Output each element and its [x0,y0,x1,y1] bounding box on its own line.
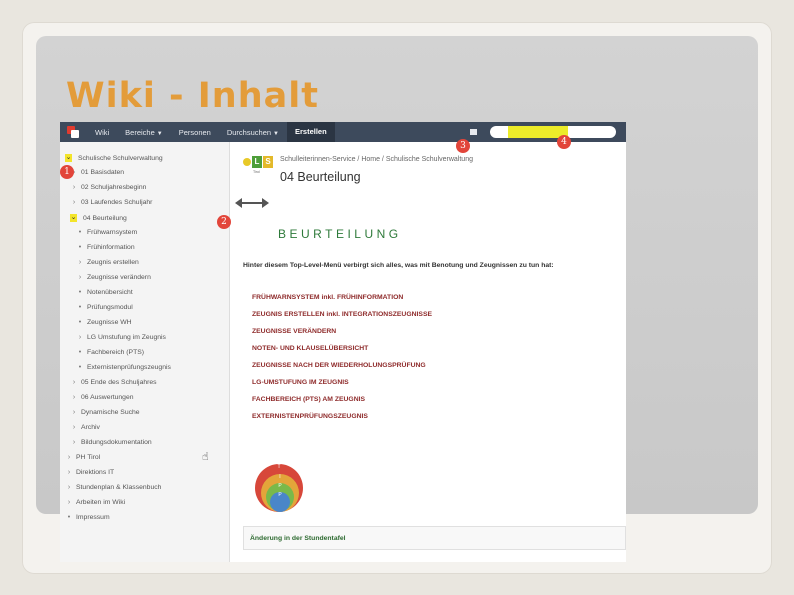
bullet-icon: • [78,364,82,371]
sidebar-item-auswertungen[interactable]: › 06 Auswertungen [70,394,134,401]
link-zeugnisse-veraendern[interactable]: ZEUGNISSE VERÄNDERN [252,328,336,335]
top-navigation: Wiki Bereiche ▼ Personen Durchsuchen ▼ Ers… [60,122,626,142]
logo-letter: S [263,156,273,168]
sidebar-item-fachbereich-pts[interactable]: • Fachbereich (PTS) [76,349,144,356]
section-heading: BEURTEILUNG [278,227,402,241]
chevron-down-icon: ▼ [156,130,163,137]
apps-icon[interactable] [470,129,477,135]
main-content: L S Tirol Schulleiterinnen-Service / Hom… [231,142,626,562]
chevron-right-icon[interactable]: › [70,439,78,446]
callout-2-badge: 2 [217,215,231,229]
bullet-icon: • [67,514,71,521]
link-zeugnis-erstellen[interactable]: ZEUGNIS ERSTELLEN inkl. INTEGRATIONSZEUG… [252,311,432,318]
info-box: Änderung in der Stundentafel [243,526,626,550]
nav-erstellen-button[interactable]: Erstellen [287,122,335,142]
sidebar-item-schulverwaltung[interactable]: ⌄ Schulische Schulverwaltung [65,154,163,162]
chevron-down-icon[interactable]: ⌄ [65,154,72,162]
sidebar-item-bildungsdokumentation[interactable]: › Bildungsdokumentation [70,439,152,446]
breadcrumb[interactable]: Schulleiterinnen-Service / Home / Schuli… [280,156,473,163]
sidebar-item-schuljahresbeginn[interactable]: › 02 Schuljahresbeginn [70,184,147,191]
chevron-right-icon[interactable]: › [70,409,78,416]
page-title: 04 Beurteilung [280,170,361,184]
sidebar-item-arbeiten-im-wiki[interactable]: › Arbeiten im Wiki [65,499,125,506]
link-notenuebersicht[interactable]: NOTEN- UND KLAUSELÜBERSICHT [252,345,368,352]
slide-title: Wiki - Inhalt [66,76,319,116]
bullet-icon: • [78,229,82,236]
logo-letter: L [252,156,262,168]
sidebar-item-basisdaten[interactable]: › 01 Basisdaten [70,169,124,176]
sidebar-item-beurteilung[interactable]: ⌄ 04 Beurteilung [70,214,127,222]
callout-1-badge: 1 [60,165,74,179]
sidebar-item-zeugnisse-veraendern[interactable]: › Zeugnisse verändern [76,274,151,281]
chevron-down-icon[interactable]: ⌄ [70,214,77,222]
circle-inner: P [270,492,290,512]
sidebar-item-dynamische-suche[interactable]: › Dynamische Suche [70,409,140,416]
sidebar-item-archiv[interactable]: › Archiv [70,424,100,431]
resize-double-arrow-icon [235,198,269,208]
sidebar-item-externistenpruefung[interactable]: • Externistenprüfungszeugnis [76,364,171,371]
info-box-link[interactable]: Änderung in der Stundentafel [250,535,346,542]
sidebar-item-zeugnis-erstellen[interactable]: › Zeugnis erstellen [76,259,139,266]
sidebar-item-laufendes-schuljahr[interactable]: › 03 Laufendes Schuljahr [70,199,153,206]
chevron-right-icon[interactable]: › [70,424,78,431]
school-logo: L S Tirol [243,154,273,184]
callout-3-badge: 3 [456,139,470,153]
sidebar-tree: ⌄ Schulische Schulverwaltung › 01 Basisdat… [60,142,230,562]
bullet-icon: • [78,349,82,356]
chevron-right-icon[interactable]: › [70,394,78,401]
search-input[interactable] [490,126,616,138]
nav-bereiche[interactable]: Bereiche ▼ [117,128,171,137]
chevron-right-icon[interactable]: › [76,334,84,341]
link-wiederholungspruefung[interactable]: ZEUGNISSE NACH DER WIEDERHOLUNGSPRÜFUNG [252,362,426,369]
chevron-right-icon[interactable]: › [70,184,78,191]
sidebar-item-direktions-it[interactable]: › Direktions IT [65,469,114,476]
sidebar-item-fruehinformation[interactable]: • Frühinformation [76,244,135,251]
sidebar-item-lg-umstufung[interactable]: › LG Umstufung im Zeugnis [76,334,166,341]
nav-wiki[interactable]: Wiki [87,128,117,137]
intro-text: Hinter diesem Top-Level-Menü verbirgt si… [243,262,554,269]
sidebar-item-notenuebersicht[interactable]: • Notenübersicht [76,289,133,296]
logo-caption: Tirol [253,170,260,174]
sidebar-item-ende-schuljahr[interactable]: › 05 Ende des Schuljahres [70,379,157,386]
logo-icon[interactable] [65,125,81,139]
chevron-right-icon[interactable]: › [70,199,78,206]
nav-durchsuchen[interactable]: Durchsuchen ▼ [219,128,287,137]
hand-cursor-icon: ☝ [202,451,209,463]
chevron-right-icon[interactable]: › [65,454,73,461]
bullet-icon: • [78,319,82,326]
tipp-circles-graphic: T I P P [255,464,305,514]
bullet-icon: • [78,304,82,311]
logo-dot-icon [243,158,251,166]
sidebar-item-pruefungsmodul[interactable]: • Prüfungsmodul [76,304,133,311]
link-fachbereich-pts[interactable]: FACHBEREICH (PTS) AM ZEUGNIS [252,396,365,403]
sidebar-item-stundenplan[interactable]: › Stundenplan & Klassenbuch [65,484,162,491]
sidebar-item-zeugnisse-wh[interactable]: • Zeugnisse WH [76,319,132,326]
link-fruehwarnsystem[interactable]: FRÜHWARNSYSTEM inkl. FRÜHINFORMATION [252,294,403,301]
chevron-down-icon: ▼ [273,130,279,137]
chevron-right-icon[interactable]: › [70,379,78,386]
chevron-right-icon[interactable]: › [76,259,84,266]
chevron-right-icon[interactable]: › [65,484,73,491]
sidebar-item-ph-tirol[interactable]: › PH Tirol [65,454,100,461]
callout-4-badge: 4 [557,135,571,149]
link-externistenpruefung[interactable]: EXTERNISTENPRÜFUNGSZEUGNIS [252,413,368,420]
chevron-right-icon[interactable]: › [65,469,73,476]
nav-personen[interactable]: Personen [171,128,219,137]
chevron-right-icon[interactable]: › [76,274,84,281]
link-lg-umstufung[interactable]: LG-UMSTUFUNG IM ZEUGNIS [252,379,349,386]
chevron-right-icon[interactable]: › [65,499,73,506]
bullet-icon: • [78,289,82,296]
bullet-icon: • [78,244,82,251]
sidebar-item-impressum[interactable]: • Impressum [65,514,110,521]
sidebar-item-fruehwarnsystem[interactable]: • Frühwarnsystem [76,229,137,236]
wiki-screenshot: Wiki Bereiche ▼ Personen Durchsuchen ▼ Ers… [60,122,626,562]
